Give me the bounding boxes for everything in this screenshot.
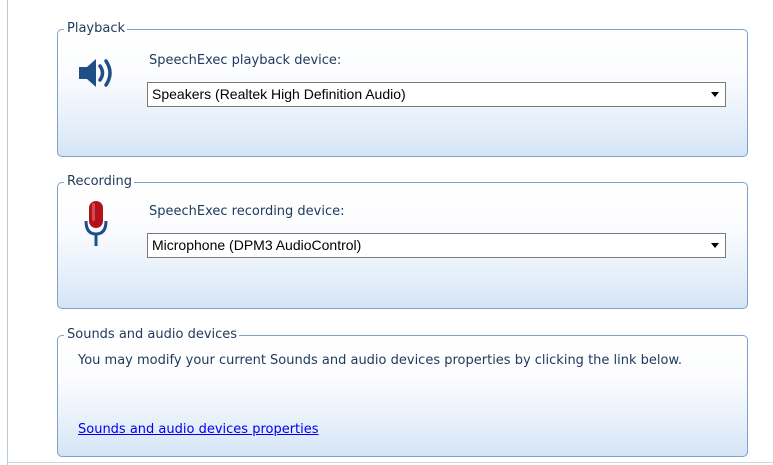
- sounds-properties-link[interactable]: Sounds and audio devices properties: [78, 422, 319, 437]
- sounds-group: Sounds and audio devices You may modify …: [57, 326, 748, 457]
- recording-device-value: Microphone (DPM3 AudioControl): [152, 237, 362, 253]
- sounds-description: You may modify your current Sounds and a…: [78, 353, 683, 368]
- recording-device-select[interactable]: Microphone (DPM3 AudioControl): [147, 233, 726, 258]
- chevron-down-icon[interactable]: [711, 92, 719, 97]
- recording-device-label: SpeechExec recording device:: [149, 204, 345, 219]
- sounds-group-title: Sounds and audio devices: [64, 326, 240, 343]
- playback-device-select[interactable]: Speakers (Realtek High Definition Audio): [147, 82, 726, 107]
- chevron-down-icon[interactable]: [711, 243, 719, 248]
- playback-device-label: SpeechExec playback device:: [149, 53, 342, 68]
- playback-group-title: Playback: [64, 20, 128, 37]
- audio-settings-panel: Playback SpeechExec playback device: Spe…: [0, 0, 773, 465]
- panel-left-border: [7, 0, 8, 465]
- recording-group-title: Recording: [64, 173, 135, 190]
- speaker-icon: [77, 55, 117, 95]
- playback-device-value: Speakers (Realtek High Definition Audio): [152, 86, 406, 102]
- playback-group: Playback SpeechExec playback device: Spe…: [57, 20, 748, 157]
- microphone-icon: [84, 201, 108, 251]
- panel-bottom-border: [7, 462, 773, 463]
- recording-group: Recording SpeechExec recording device: M…: [57, 173, 748, 309]
